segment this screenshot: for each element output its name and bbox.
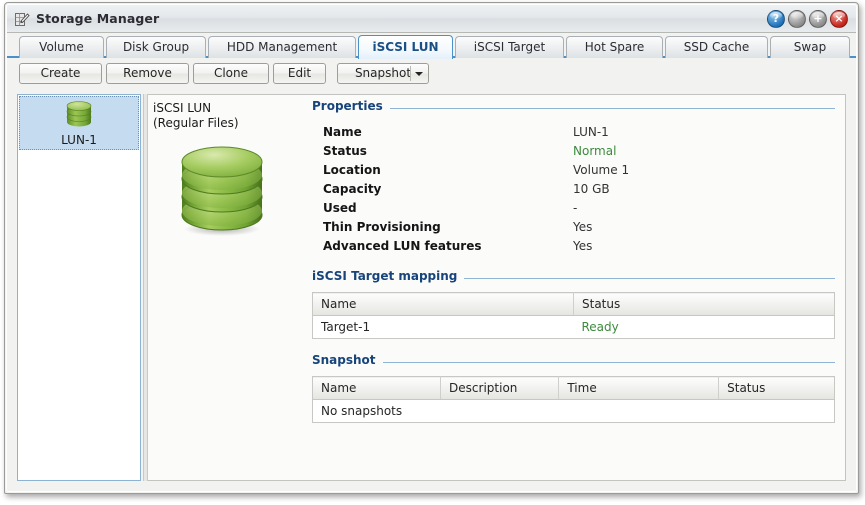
property-value: Yes xyxy=(573,219,593,234)
tab-strip: Volume Disk Group HDD Management iSCSI L… xyxy=(7,33,856,59)
snapshot-section-header: Snapshot xyxy=(312,353,835,371)
screen: Storage Manager ? + × Volume Disk Group … xyxy=(0,0,865,505)
lun-detail-panel: iSCSI LUN (Regular Files) Properties Nam… xyxy=(148,94,846,481)
tab-ssd-cache[interactable]: SSD Cache xyxy=(665,36,768,58)
lun-list-panel: LUN-1 xyxy=(17,94,141,481)
snapshot-title: Snapshot xyxy=(312,353,383,367)
toolbar: Create Remove Clone Edit Snapshot xyxy=(7,60,856,87)
chevron-down-icon[interactable] xyxy=(415,72,423,76)
lun-disk-large-icon xyxy=(181,146,263,236)
clone-button[interactable]: Clone xyxy=(193,63,269,84)
snapshot-button-label: Snapshot xyxy=(354,66,412,80)
maximize-button[interactable]: + xyxy=(809,10,827,28)
property-key: Capacity xyxy=(323,181,382,196)
tab-disk-group[interactable]: Disk Group xyxy=(106,36,206,58)
cell-target-status: Ready xyxy=(573,315,835,339)
window-controls: ? + × xyxy=(767,10,848,28)
property-row-location: Location Volume 1 xyxy=(323,160,835,179)
table-header-row: Name Description Time Status xyxy=(312,376,835,400)
tab-iscsi-lun[interactable]: iSCSI LUN xyxy=(358,35,453,59)
create-button[interactable]: Create xyxy=(19,63,102,84)
properties-title: Properties xyxy=(312,99,390,113)
close-glyph: × xyxy=(834,12,844,25)
target-mapping-section: iSCSI Target mapping Name Status Target-… xyxy=(312,269,835,339)
column-header-description[interactable]: Description xyxy=(440,376,560,400)
property-row-status: Status Normal xyxy=(323,141,835,160)
table-row[interactable]: Target-1 Ready xyxy=(312,315,835,339)
window-title: Storage Manager xyxy=(36,11,160,26)
property-key: Used xyxy=(323,200,357,215)
target-mapping-title: iSCSI Target mapping xyxy=(312,269,465,283)
column-header-status[interactable]: Status xyxy=(573,292,835,316)
status-badge: Normal xyxy=(573,143,617,158)
column-header-time[interactable]: Time xyxy=(558,376,720,400)
property-value: 10 GB xyxy=(573,181,610,196)
property-value: Yes xyxy=(573,238,593,253)
empty-state-text: No snapshots xyxy=(312,399,835,423)
tab-iscsi-target[interactable]: iSCSI Target xyxy=(455,36,564,58)
property-key: Location xyxy=(323,162,381,177)
lun-type-line1: iSCSI LUN xyxy=(153,101,212,115)
table-header-row: Name Status xyxy=(312,292,835,316)
tab-hdd-management[interactable]: HDD Management xyxy=(208,36,356,58)
sidebar-item-lun-1[interactable]: LUN-1 xyxy=(19,96,139,150)
close-button[interactable]: × xyxy=(830,10,848,28)
table-empty-row: No snapshots xyxy=(312,399,835,423)
tab-hot-spare[interactable]: Hot Spare xyxy=(566,36,663,58)
maximize-glyph: + xyxy=(813,12,823,25)
remove-button[interactable]: Remove xyxy=(106,63,189,84)
content-area: LUN-1 iSCSI LUN (Regular Files) Properti… xyxy=(7,87,856,491)
cell-target-name: Target-1 xyxy=(312,315,574,339)
property-row-thin-provisioning: Thin Provisioning Yes xyxy=(323,217,835,236)
property-value: - xyxy=(573,200,578,215)
minimize-button[interactable] xyxy=(788,10,806,28)
detail-right-column: Properties Name LUN-1 Status Normal Loca… xyxy=(312,99,835,423)
snapshot-separator xyxy=(410,66,411,81)
snapshot-table: Name Description Time Status No snapshot… xyxy=(312,376,835,423)
property-row-used: Used - xyxy=(323,198,835,217)
tab-swap[interactable]: Swap xyxy=(770,36,850,58)
section-rule xyxy=(312,362,835,363)
minimize-glyph xyxy=(789,11,805,27)
properties-list: Name LUN-1 Status Normal Location Volume… xyxy=(323,122,835,255)
property-key: Advanced LUN features xyxy=(323,238,482,253)
lun-type-heading: iSCSI LUN (Regular Files) xyxy=(153,101,303,131)
storage-manager-icon xyxy=(15,13,30,26)
storage-manager-window: Storage Manager ? + × Volume Disk Group … xyxy=(4,2,859,494)
property-row-capacity: Capacity 10 GB xyxy=(323,179,835,198)
tab-volume[interactable]: Volume xyxy=(19,36,104,58)
property-value: LUN-1 xyxy=(573,124,609,139)
lun-disk-icon xyxy=(66,101,92,127)
property-key: Thin Provisioning xyxy=(323,219,441,234)
property-value: Volume 1 xyxy=(573,162,630,177)
target-mapping-table: Name Status Target-1 Ready xyxy=(312,292,835,339)
properties-section-header: Properties xyxy=(312,99,835,117)
snapshot-section: Snapshot Name Description Time Status No… xyxy=(312,353,835,423)
sidebar-item-label: LUN-1 xyxy=(61,133,97,147)
property-key: Status xyxy=(323,143,367,158)
target-mapping-section-header: iSCSI Target mapping xyxy=(312,269,835,287)
help-button[interactable]: ? xyxy=(767,10,785,28)
edit-button[interactable]: Edit xyxy=(273,63,326,84)
column-header-name[interactable]: Name xyxy=(312,376,442,400)
column-header-status[interactable]: Status xyxy=(718,376,835,400)
snapshot-button[interactable]: Snapshot xyxy=(337,63,429,84)
property-row-name: Name LUN-1 xyxy=(323,122,835,141)
property-key: Name xyxy=(323,124,362,139)
property-row-advanced-lun-features: Advanced LUN features Yes xyxy=(323,236,835,255)
lun-type-line2: (Regular Files) xyxy=(153,116,239,130)
column-header-name[interactable]: Name xyxy=(312,292,574,316)
section-rule xyxy=(312,108,835,109)
title-bar[interactable]: Storage Manager ? + × xyxy=(7,5,856,33)
help-glyph: ? xyxy=(772,12,780,25)
